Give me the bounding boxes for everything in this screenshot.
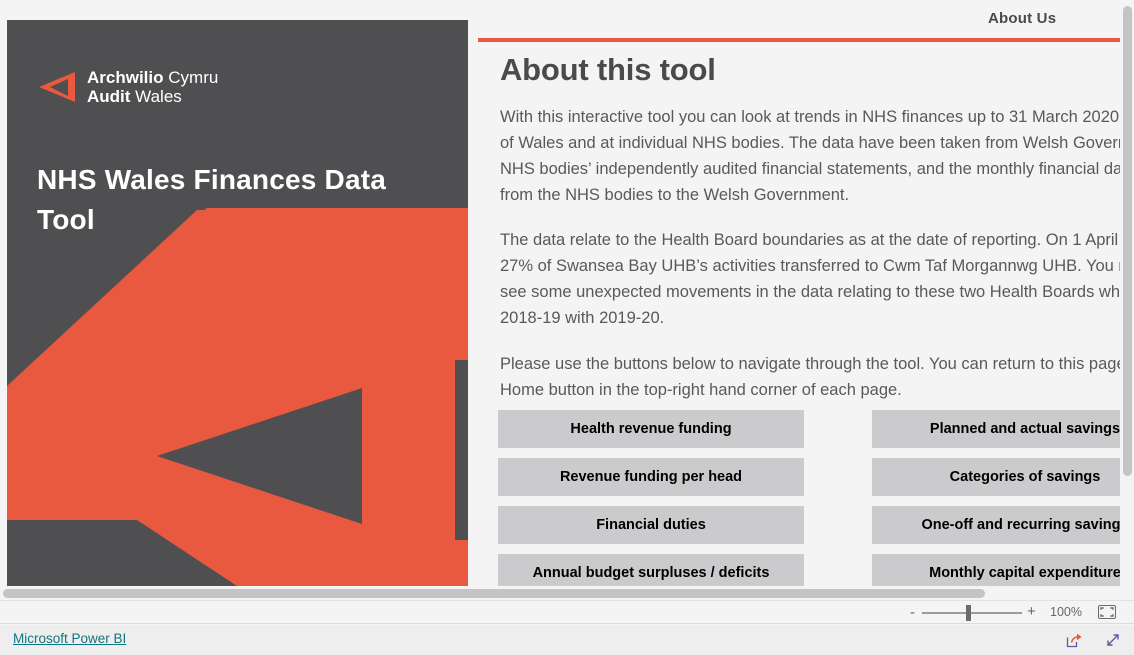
zoom-slider-thumb[interactable] bbox=[966, 605, 971, 621]
logo-line-welsh: Archwilio Cymru bbox=[87, 68, 218, 87]
logo-line-english: Audit Wales bbox=[87, 87, 218, 106]
share-icon[interactable] bbox=[1065, 631, 1083, 649]
about-paragraph-2: The data relate to the Health Board boun… bbox=[500, 231, 1120, 328]
nav-button-financial-duties[interactable]: Financial duties bbox=[498, 506, 804, 544]
page-title: About this tool bbox=[500, 52, 716, 87]
horizontal-scrollbar-thumb[interactable] bbox=[3, 589, 985, 598]
horizontal-scrollbar[interactable] bbox=[0, 586, 1120, 600]
nav-column-left: Health revenue funding Revenue funding p… bbox=[498, 410, 804, 592]
about-us-tab[interactable]: About Us bbox=[478, 0, 1120, 42]
zoom-toolbar: - + 100% bbox=[0, 600, 1134, 624]
nav-button-categories-of-savings[interactable]: Categories of savings bbox=[872, 458, 1120, 496]
audit-wales-triangle-logo-icon bbox=[39, 72, 75, 103]
zoom-level-label: 100% bbox=[1050, 605, 1082, 619]
microsoft-power-bi-link[interactable]: Microsoft Power BI bbox=[13, 631, 126, 646]
hero-panel: Archwilio Cymru Audit Wales NHS Wales Fi… bbox=[7, 20, 468, 586]
nav-button-planned-and-actual-savings[interactable]: Planned and actual savings bbox=[872, 410, 1120, 448]
about-paragraph-1: With this interactive tool you can look … bbox=[500, 108, 1120, 205]
fit-to-screen-icon[interactable] bbox=[1098, 605, 1116, 619]
zoom-out-button[interactable]: - bbox=[910, 604, 915, 622]
vertical-scrollbar[interactable] bbox=[1120, 0, 1134, 592]
audit-wales-logo: Archwilio Cymru Audit Wales bbox=[37, 68, 218, 106]
nav-column-right: Planned and actual savings Categories of… bbox=[872, 410, 1120, 592]
power-bi-report-frame: About Us Archwilio Cymru Audit Wales NHS… bbox=[0, 0, 1134, 655]
audit-wales-logo-text: Archwilio Cymru Audit Wales bbox=[87, 68, 218, 106]
hero-title: NHS Wales Finances Data Tool bbox=[37, 164, 387, 235]
zoom-slider[interactable] bbox=[922, 612, 1022, 614]
nav-button-health-revenue-funding[interactable]: Health revenue funding bbox=[498, 410, 804, 448]
nav-button-one-off-and-recurring-savings[interactable]: One-off and recurring savings bbox=[872, 506, 1120, 544]
logo-cymru: Cymru bbox=[168, 68, 219, 87]
zoom-in-button[interactable]: + bbox=[1027, 603, 1036, 621]
report-canvas: About Us Archwilio Cymru Audit Wales NHS… bbox=[0, 0, 1120, 592]
logo-wales: Wales bbox=[135, 87, 182, 107]
logo-archwilio: Archwilio bbox=[87, 68, 164, 87]
about-paragraph-3: Please use the buttons below to navigate… bbox=[500, 354, 1120, 399]
logo-audit: Audit bbox=[87, 87, 131, 107]
tab-accent-underline bbox=[478, 38, 1120, 42]
about-us-tab-label: About Us bbox=[988, 10, 1057, 27]
report-footer: Microsoft Power BI bbox=[0, 625, 1134, 655]
vertical-scrollbar-thumb[interactable] bbox=[1123, 6, 1132, 476]
about-content: About this tool With this interactive to… bbox=[500, 52, 1120, 422]
nav-button-revenue-funding-per-head[interactable]: Revenue funding per head bbox=[498, 458, 804, 496]
report-viewport: About Us Archwilio Cymru Audit Wales NHS… bbox=[0, 0, 1120, 592]
fullscreen-icon[interactable] bbox=[1104, 631, 1122, 649]
